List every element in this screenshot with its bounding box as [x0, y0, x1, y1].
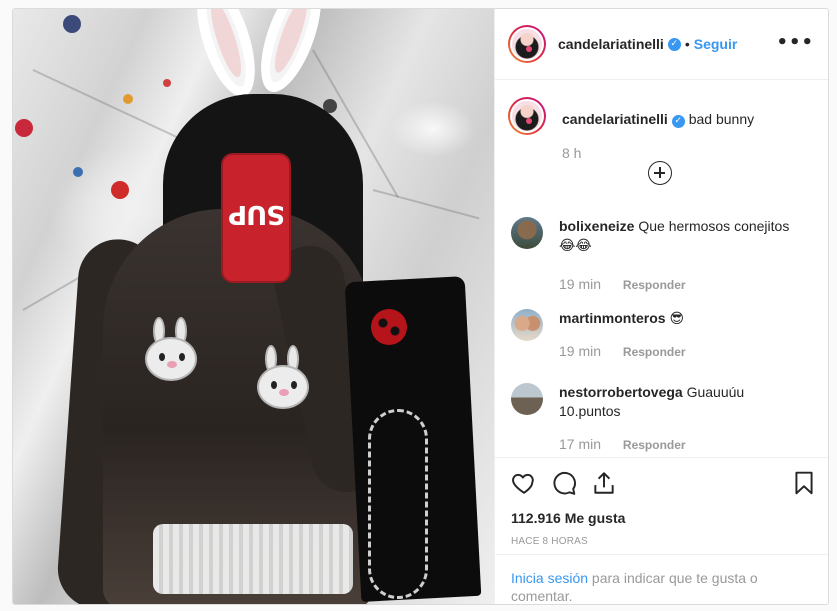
post-actions: 112.916 Me gusta HACE 8 HORAS Inicia ses…: [495, 457, 828, 604]
commenter-username[interactable]: nestorrobertovega: [559, 384, 683, 400]
login-link[interactable]: Inicia sesión: [511, 570, 588, 586]
comment-time: 19 min: [559, 276, 602, 292]
commenter-username[interactable]: martinmonteros: [559, 310, 666, 326]
marble-vein: [372, 189, 480, 220]
commenter-avatar[interactable]: [511, 217, 543, 249]
caption-time: 8 h: [562, 145, 582, 161]
likes-count[interactable]: 112.916 Me gusta: [511, 510, 625, 526]
post-sidebar: candelariatinelli ✓ • Seguir ••• candela…: [494, 9, 828, 604]
decor-dot: [111, 181, 129, 199]
comment-text: 😎: [669, 310, 685, 326]
comment-icon[interactable]: [551, 470, 577, 496]
post-photo[interactable]: SUP: [13, 9, 494, 604]
plus-circle-icon[interactable]: [648, 161, 672, 185]
caption-avatar[interactable]: [508, 97, 546, 135]
reply-button[interactable]: Responder: [623, 345, 686, 359]
author-avatar[interactable]: [508, 25, 546, 63]
marble-vein: [32, 69, 179, 139]
bunny-ear-right: [248, 9, 334, 100]
reply-button[interactable]: Responder: [623, 278, 686, 292]
login-prompt: Inicia sesión para indicar que te gusta …: [495, 554, 828, 604]
bunny-emoji: [253, 345, 313, 411]
bunny-ear-left: [185, 9, 267, 104]
heart-icon[interactable]: [511, 470, 537, 496]
follow-button[interactable]: Seguir: [694, 36, 738, 52]
comment-meta: 19 min Responder: [559, 343, 686, 359]
caption-body: bad bunny: [688, 111, 755, 127]
decor-dot: [163, 79, 171, 87]
comment-body: bolixeneize Que hermosos conejitos 😂😂: [559, 217, 799, 255]
decor-dot: [63, 15, 81, 33]
bunny-emoji: [141, 317, 201, 383]
more-options-icon[interactable]: •••: [776, 34, 814, 52]
decor-dot: [73, 167, 83, 177]
caption-text: candelariatinelli ✓ bad bunny: [562, 111, 754, 128]
separator-dot: •: [684, 36, 690, 52]
share-icon[interactable]: [591, 470, 617, 496]
comment-time: 17 min: [559, 436, 602, 452]
commenter-avatar[interactable]: [511, 309, 543, 341]
verified-badge-icon: ✓: [671, 115, 685, 128]
commenter-avatar[interactable]: [511, 383, 543, 415]
bag-chain: [368, 409, 428, 599]
lace-garment: [153, 524, 353, 594]
phone-case-text: SUP: [229, 199, 285, 229]
post-timestamp: HACE 8 HORAS: [511, 536, 588, 547]
caption-username[interactable]: candelariatinelli: [562, 111, 668, 127]
comment-meta: 17 min Responder: [559, 436, 686, 452]
decor-dot: [15, 119, 33, 137]
verified-badge-icon: ✓: [667, 37, 681, 51]
decor-dot: [123, 94, 133, 104]
reply-button[interactable]: Responder: [623, 438, 686, 452]
post-header: candelariatinelli ✓ • Seguir •••: [495, 9, 828, 80]
post-card: SUP candelariatinelli ✓ • Seguir ••• can…: [12, 8, 829, 605]
comment-body: martinmonteros 😎: [559, 309, 799, 328]
ladybug-charm: [371, 309, 407, 345]
bookmark-icon[interactable]: [791, 470, 817, 496]
commenter-username[interactable]: bolixeneize: [559, 218, 634, 234]
comment-meta: 19 min Responder: [559, 276, 686, 292]
author-username[interactable]: candelariatinelli: [558, 36, 664, 52]
comment-time: 19 min: [559, 343, 602, 359]
comment-body: nestorrobertovega Guauuúu 10.puntos: [559, 383, 799, 421]
